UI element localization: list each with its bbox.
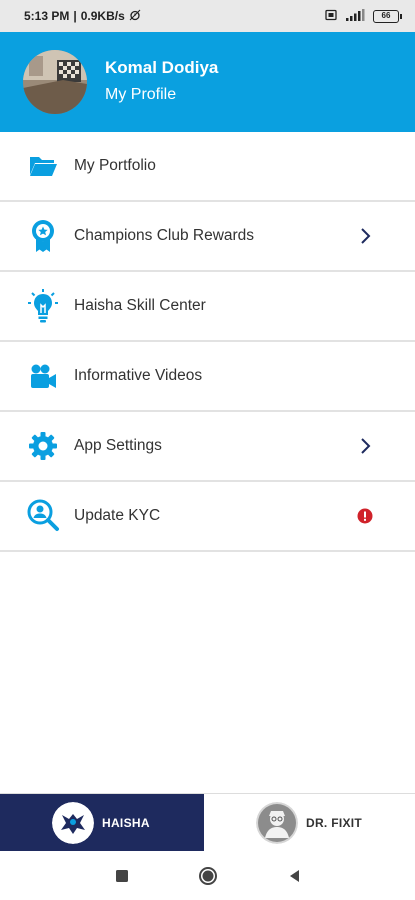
alarm-icon [129, 9, 141, 24]
menu-item-app-settings[interactable]: App Settings [0, 412, 415, 482]
menu-item-my-portfolio[interactable]: My Portfolio [0, 132, 415, 202]
tab-haisha[interactable]: HAISHA [0, 794, 204, 851]
medal-icon [26, 219, 60, 253]
status-bar: 5:13 PM | 0.9KB/s 66 [0, 0, 415, 32]
recents-button[interactable] [111, 865, 133, 887]
profile-text: Komal Dodiya My Profile [105, 57, 218, 107]
tab-label: HAISHA [102, 815, 150, 830]
menu-item-label: Informative Videos [74, 367, 203, 384]
folder-icon [26, 149, 60, 183]
menu-item-label: App Settings [74, 437, 162, 454]
status-left: 5:13 PM | 0.9KB/s [24, 9, 141, 24]
chevron-right-icon [355, 436, 375, 456]
menu-list: My Portfolio Champions Club Rewards Hais… [0, 132, 415, 552]
lightbulb-icon [26, 289, 60, 323]
status-right: 66 [325, 8, 402, 24]
tab-dr-fixit[interactable]: DR. FIXIT [204, 794, 415, 851]
haisha-logo-icon [52, 801, 94, 844]
menu-item-label: My Portfolio [74, 157, 156, 174]
chevron-right-icon [355, 226, 375, 246]
bottom-tab-bar: HAISHA DR. FIXIT [0, 793, 415, 851]
profile-header[interactable]: Komal Dodiya My Profile [0, 32, 415, 132]
menu-item-champions-club-rewards[interactable]: Champions Club Rewards [0, 202, 415, 272]
menu-item-label: Haisha Skill Center [74, 297, 206, 314]
signal-icon [345, 8, 365, 24]
menu-item-haisha-skill-center[interactable]: Haisha Skill Center [0, 272, 415, 342]
sim-icon [325, 9, 337, 24]
tab-label: DR. FIXIT [306, 815, 363, 830]
profile-name: Komal Dodiya [105, 58, 219, 77]
dr-fixit-logo-icon [256, 801, 298, 844]
status-divider: | [73, 9, 77, 23]
home-button[interactable] [197, 865, 219, 887]
battery-icon: 66 [373, 9, 402, 23]
video-camera-icon [26, 359, 60, 393]
system-nav-bar [0, 851, 415, 900]
menu-item-update-kyc[interactable]: Update KYC [0, 482, 415, 552]
menu-item-label: Update KYC [74, 507, 161, 524]
avatar[interactable] [23, 50, 87, 114]
user-search-icon [26, 499, 60, 533]
status-speed: 0.9KB/s [80, 9, 125, 23]
back-button[interactable] [283, 865, 305, 887]
menu-item-informative-videos[interactable]: Informative Videos [0, 342, 415, 412]
my-profile-link[interactable]: My Profile [105, 83, 218, 107]
gear-icon [26, 429, 60, 463]
menu-item-label: Champions Club Rewards [74, 227, 255, 244]
status-time: 5:13 PM [24, 9, 70, 23]
alert-icon [355, 506, 375, 526]
